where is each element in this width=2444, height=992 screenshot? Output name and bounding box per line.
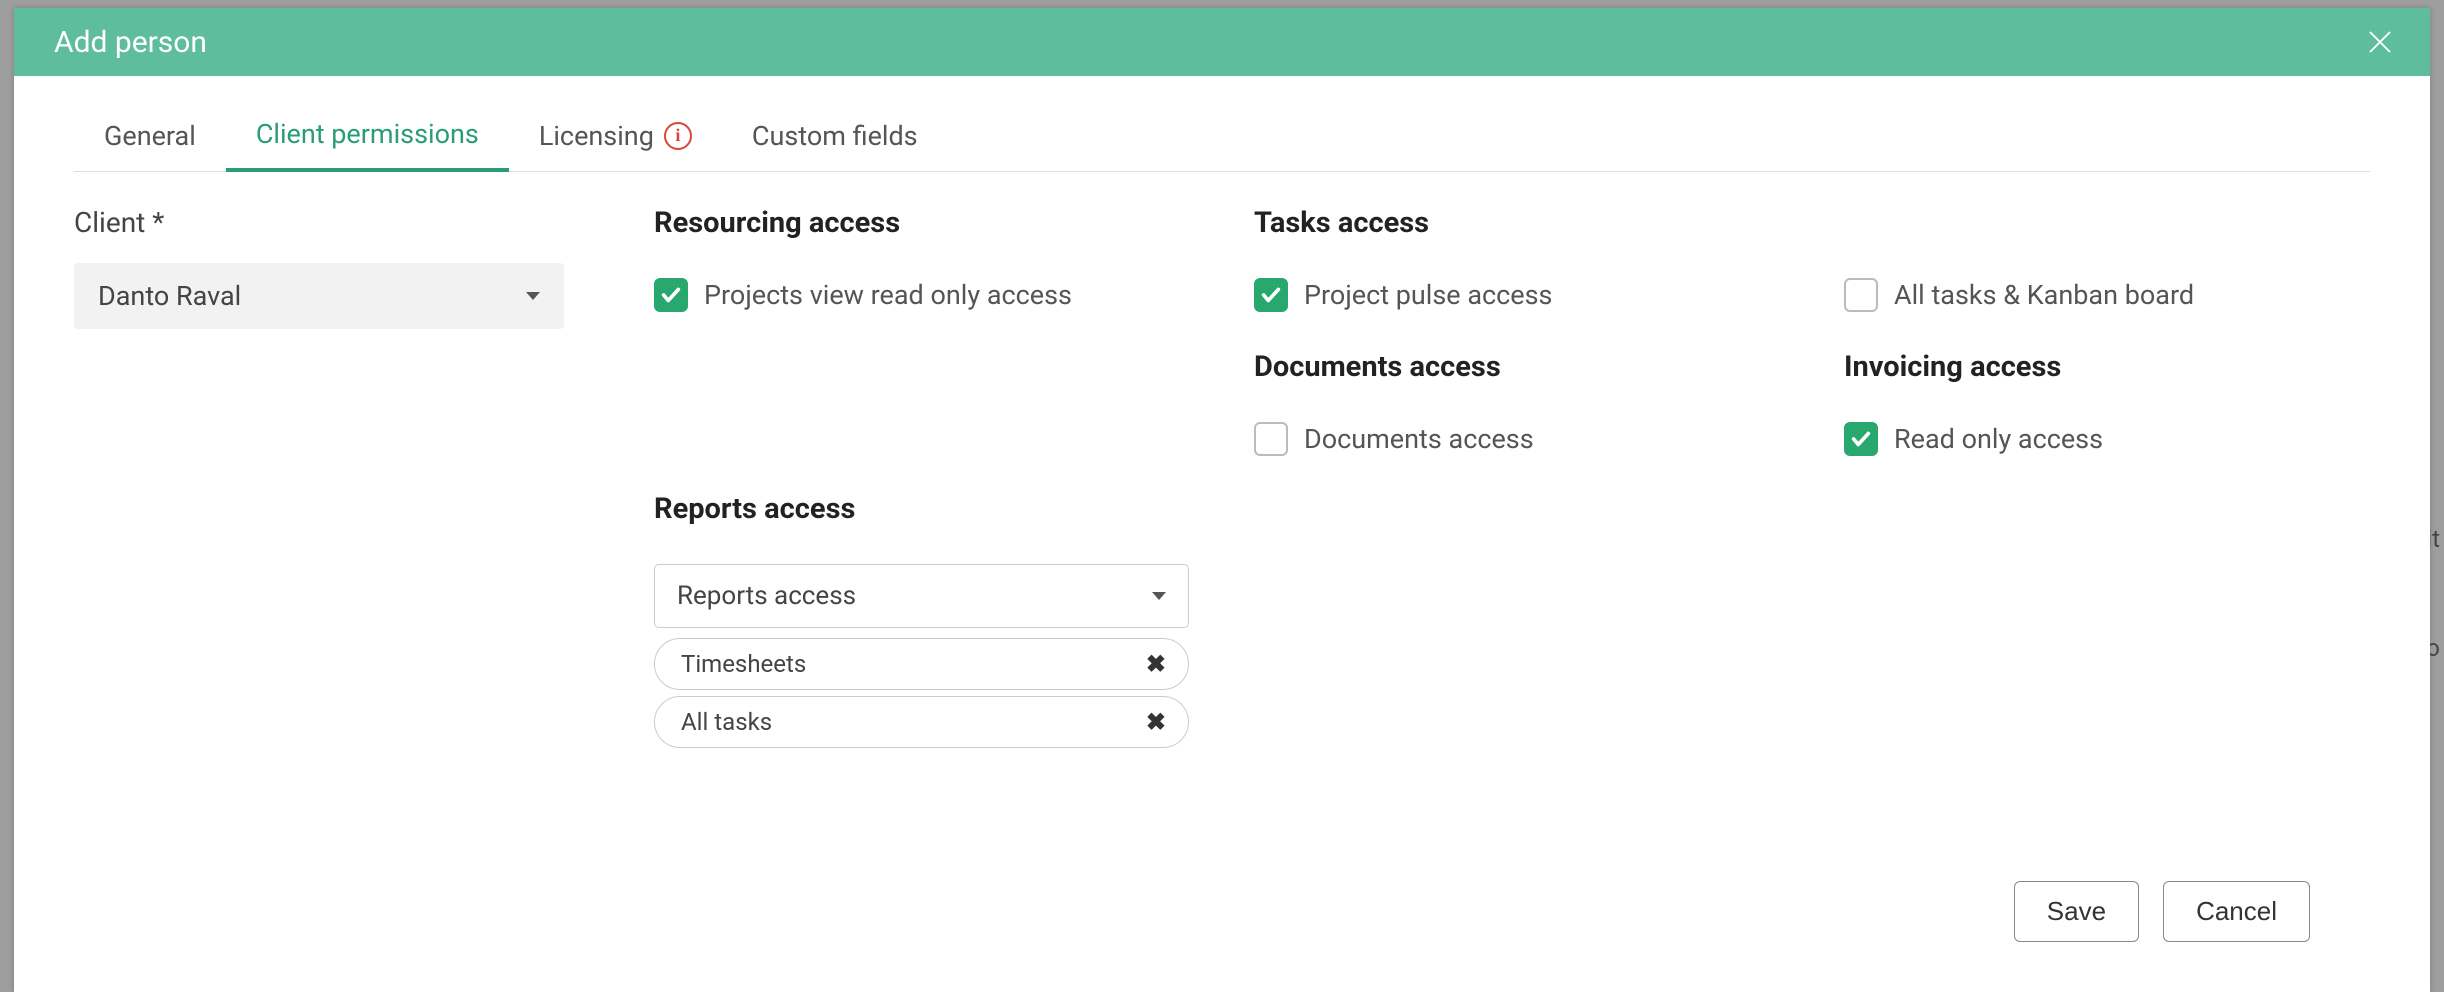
documents-heading: Documents access [1254,350,1844,384]
chip-label: Timesheets [681,650,806,678]
save-button[interactable]: Save [2014,881,2139,942]
documents-access-checkbox[interactable]: Documents access [1254,422,1844,456]
column-kanban-invoicing: . All tasks & Kanban board Invoicing acc… [1844,206,2370,754]
reports-select-label: Reports access [677,581,856,611]
chip-remove-icon[interactable]: ✖ [1146,650,1166,678]
projects-readonly-checkbox[interactable]: Projects view read only access [654,278,1254,312]
checkbox-icon [654,278,688,312]
client-select-value: Danto Raval [98,280,241,312]
all-tasks-kanban-checkbox[interactable]: All tasks & Kanban board [1844,278,2370,312]
tab-label: Custom fields [752,120,918,152]
checkbox-icon [1844,278,1878,312]
chip-label: All tasks [681,708,772,736]
client-select[interactable]: Danto Raval [74,263,564,329]
client-label: Client * [74,206,654,239]
close-button[interactable] [2360,22,2400,62]
report-chip-timesheets: Timesheets ✖ [654,638,1189,690]
reports-access-select[interactable]: Reports access [654,564,1189,628]
report-chip-all-tasks: All tasks ✖ [654,696,1189,748]
modal-body: General Client permissions Licensing i C… [14,76,2430,992]
checkbox-icon [1254,422,1288,456]
modal-footer: Save Cancel [74,857,2370,992]
column-tasks-documents: Tasks access Project pulse access Docume… [1254,206,1844,754]
column-client: Client * Danto Raval [74,206,654,754]
tabs: General Client permissions Licensing i C… [74,104,2370,172]
chip-remove-icon[interactable]: ✖ [1146,708,1166,736]
checkbox-label: Documents access [1304,423,1534,455]
tab-label: Client permissions [256,118,479,150]
modal-header: Add person [14,8,2430,76]
column-resourcing-reports: Resourcing access Projects view read onl… [654,206,1254,754]
checkbox-label: Projects view read only access [704,279,1072,311]
invoicing-readonly-checkbox[interactable]: Read only access [1844,422,2370,456]
checkbox-icon [1844,422,1878,456]
modal-title: Add person [54,25,207,60]
reports-heading: Reports access [654,492,1254,526]
cancel-button[interactable]: Cancel [2163,881,2310,942]
reports-section: Reports access Reports access Timesheets… [654,492,1254,754]
add-person-modal: Add person General Client permissions Li… [14,8,2430,992]
checkbox-icon [1254,278,1288,312]
invoicing-heading: Invoicing access [1844,350,2370,384]
resourcing-heading: Resourcing access [654,206,1254,240]
chevron-down-icon [526,292,540,300]
tab-label: Licensing [539,120,654,152]
chevron-down-icon [1152,592,1166,600]
checkbox-label: All tasks & Kanban board [1894,279,2194,311]
tab-label: General [104,120,196,152]
tab-general[interactable]: General [74,104,226,171]
tab-client-permissions[interactable]: Client permissions [226,104,509,172]
info-icon: i [664,122,692,150]
tab-licensing[interactable]: Licensing i [509,104,722,171]
tab-custom-fields[interactable]: Custom fields [722,104,948,171]
close-icon [2365,27,2395,57]
checkbox-label: Project pulse access [1304,279,1552,311]
form-area: Client * Danto Raval Resourcing access P… [74,172,2370,754]
tasks-heading: Tasks access [1254,206,1844,240]
project-pulse-checkbox[interactable]: Project pulse access [1254,278,1844,312]
checkbox-label: Read only access [1894,423,2103,455]
